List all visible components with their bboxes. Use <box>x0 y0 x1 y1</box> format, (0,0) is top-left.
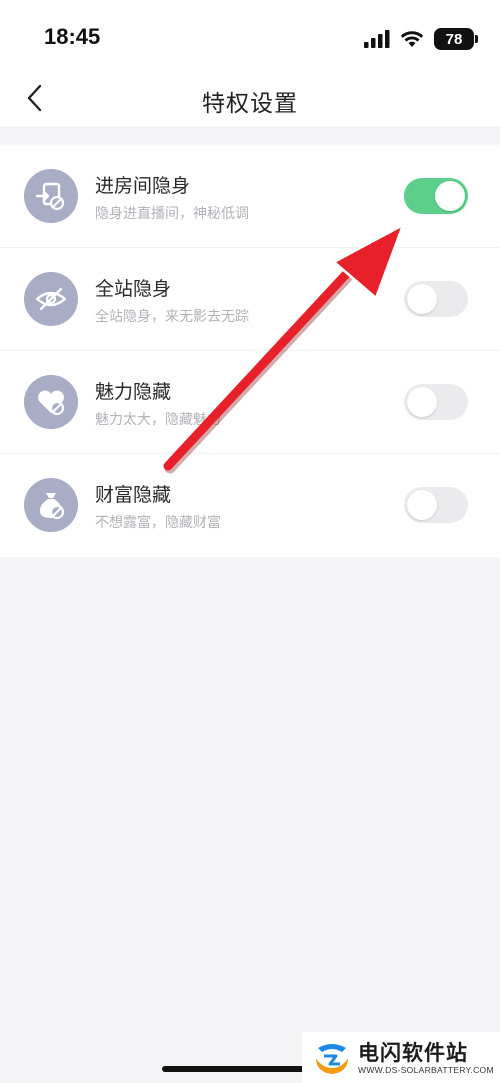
setting-description: 不想露富，隐藏财富 <box>95 515 221 531</box>
nav-header: 特权设置 <box>0 72 500 126</box>
setting-row-wealth-hidden: 财富隐藏 不想露富，隐藏财富 <box>0 454 500 557</box>
toggle-knob <box>407 387 437 417</box>
setting-row-site-stealth: 全站隐身 全站隐身，来无影去无踪 <box>0 248 500 351</box>
status-bar: 18:45 78 <box>0 0 500 72</box>
money-bag-hidden-icon <box>24 478 78 532</box>
room-stealth-toggle[interactable] <box>404 178 468 214</box>
watermark-url: WWW.DS-SOLARBATTERY.COM <box>358 1064 494 1075</box>
eye-off-icon <box>24 272 78 326</box>
setting-description: 全站隐身，来无影去无踪 <box>95 309 249 325</box>
settings-list: 进房间隐身 隐身进直播间，神秘低调 全站隐身 全站隐身，来无影去无踪 魅力隐藏 … <box>0 145 500 557</box>
setting-title: 魅力隐藏 <box>95 381 172 403</box>
status-icons: 78 <box>364 28 478 50</box>
wifi-icon <box>400 31 424 47</box>
toggle-knob <box>407 284 437 314</box>
setting-title: 全站隐身 <box>95 278 172 300</box>
heart-hidden-icon <box>24 375 78 429</box>
wealth-hidden-toggle[interactable] <box>404 487 468 523</box>
status-time: 18:45 <box>44 24 101 49</box>
setting-title: 财富隐藏 <box>95 484 172 506</box>
battery-level: 78 <box>445 30 463 48</box>
toggle-knob <box>407 490 437 520</box>
watermark-name: 电闪软件站 <box>358 1040 468 1065</box>
setting-row-charm-hidden: 魅力隐藏 魅力太大，隐藏魅力 <box>0 351 500 454</box>
setting-description: 隐身进直播间，神秘低调 <box>95 206 249 222</box>
site-stealth-toggle[interactable] <box>404 281 468 317</box>
setting-row-room-stealth: 进房间隐身 隐身进直播间，神秘低调 <box>0 145 500 248</box>
page-title: 特权设置 <box>202 91 298 117</box>
charm-hidden-toggle[interactable] <box>404 384 468 420</box>
setting-title: 进房间隐身 <box>95 175 191 197</box>
room-stealth-icon <box>24 169 78 223</box>
watermark-logo <box>316 1043 348 1074</box>
battery-icon: 78 <box>434 28 478 50</box>
watermark: 电闪软件站 WWW.DS-SOLARBATTERY.COM <box>302 1032 500 1083</box>
toggle-knob <box>435 181 465 211</box>
setting-description: 魅力太大，隐藏魅力 <box>95 412 221 428</box>
signal-icon <box>364 30 390 48</box>
